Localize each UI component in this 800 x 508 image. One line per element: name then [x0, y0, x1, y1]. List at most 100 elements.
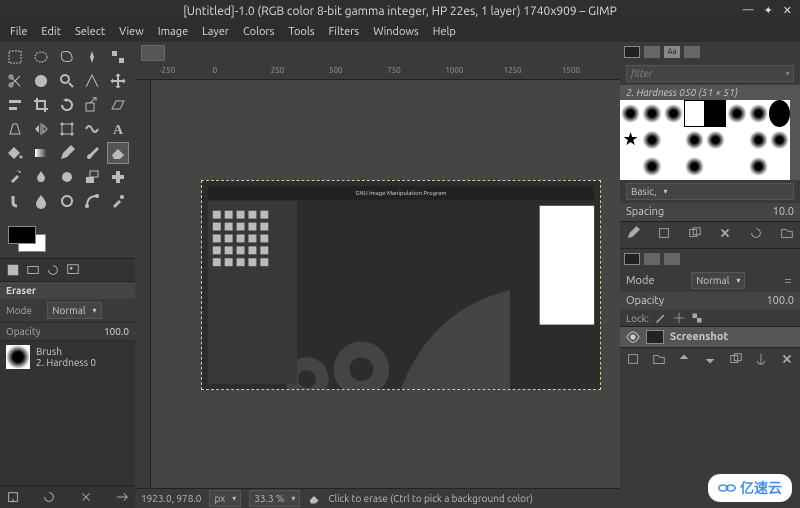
brushes-tab[interactable] — [624, 46, 640, 58]
layer-thumbnail[interactable] — [646, 330, 664, 344]
menu-filters[interactable]: Filters — [323, 24, 366, 40]
menu-tools[interactable]: Tools — [282, 24, 320, 40]
lock-position-icon[interactable] — [673, 312, 685, 324]
refresh-brush-icon[interactable] — [749, 226, 763, 240]
lock-alpha-icon[interactable] — [691, 312, 703, 324]
layers-tab[interactable] — [624, 253, 640, 265]
images-tab-icon[interactable] — [66, 263, 80, 277]
measure-tool[interactable] — [81, 70, 103, 92]
menu-view[interactable]: View — [113, 24, 150, 40]
undo-history-tab-icon[interactable] — [46, 263, 60, 277]
blend-tool[interactable] — [30, 142, 52, 164]
patterns-tab[interactable] — [644, 46, 660, 58]
mode-dropdown[interactable]: Normal — [47, 302, 101, 319]
menu-file[interactable]: File — [4, 24, 33, 40]
anchor-layer-icon[interactable] — [754, 352, 768, 366]
pencil-tool[interactable] — [56, 142, 78, 164]
open-brush-icon[interactable] — [780, 226, 794, 240]
delete-layer-icon[interactable] — [780, 352, 794, 366]
delete-preset-icon[interactable] — [79, 490, 93, 504]
warp-tool[interactable] — [81, 118, 103, 140]
save-preset-icon[interactable] — [6, 490, 20, 504]
lock-pixels-icon[interactable] — [655, 312, 667, 324]
brush-preset-dropdown[interactable]: Basic, — [626, 183, 794, 200]
paintbrush-tool[interactable] — [81, 142, 103, 164]
edit-brush-icon[interactable] — [626, 226, 640, 240]
align-tool[interactable] — [4, 94, 26, 116]
layer-mode-switch-icon[interactable] — [782, 275, 794, 287]
channels-tab[interactable] — [644, 253, 660, 265]
bucket-fill-tool[interactable] — [4, 142, 26, 164]
airbrush-tool[interactable] — [4, 166, 26, 188]
menu-edit[interactable]: Edit — [35, 24, 67, 40]
spacing-value[interactable]: 10.0 — [773, 206, 794, 218]
layer-mode-dropdown[interactable]: Normal — [691, 272, 745, 289]
delete-brush-icon[interactable] — [718, 226, 732, 240]
rect-select-tool[interactable] — [4, 46, 26, 68]
zoom-tool[interactable] — [56, 70, 78, 92]
fuzzy-select-tool[interactable] — [81, 46, 103, 68]
rotate-tool[interactable] — [56, 94, 78, 116]
image-tab[interactable] — [141, 45, 165, 61]
new-group-icon[interactable] — [652, 352, 666, 366]
menu-layer[interactable]: Layer — [196, 24, 235, 40]
duplicate-brush-icon[interactable] — [688, 226, 702, 240]
eraser-tool[interactable] — [107, 142, 129, 164]
heal-tool[interactable] — [107, 166, 129, 188]
reset-preset-icon[interactable] — [115, 490, 129, 504]
brush-filter-input[interactable]: filter — [626, 65, 794, 82]
mode-reset-icon[interactable] — [117, 305, 129, 317]
new-layer-icon[interactable] — [626, 352, 640, 366]
paths-tool[interactable] — [81, 190, 103, 212]
menu-image[interactable]: Image — [152, 24, 194, 40]
scissors-tool[interactable] — [4, 70, 26, 92]
ink-tool[interactable] — [30, 166, 52, 188]
tool-options-tab-icon[interactable] — [6, 263, 20, 277]
lower-layer-icon[interactable] — [703, 352, 717, 366]
canvas[interactable]: GNU Image Manipulation Program — [151, 80, 620, 488]
foreground-select-tool[interactable] — [30, 70, 52, 92]
ellipse-select-tool[interactable] — [30, 46, 52, 68]
layer-opacity-value[interactable]: 100.0 — [766, 295, 794, 307]
mypaint-tool[interactable] — [56, 166, 78, 188]
visibility-toggle-icon[interactable] — [626, 330, 640, 344]
menu-windows[interactable]: Windows — [367, 24, 425, 40]
move-tool[interactable] — [107, 70, 129, 92]
scale-tool[interactable] — [81, 94, 103, 116]
raise-layer-icon[interactable] — [677, 352, 691, 366]
device-status-tab-icon[interactable] — [26, 263, 40, 277]
shear-tool[interactable] — [107, 94, 129, 116]
duplicate-layer-icon[interactable] — [729, 352, 743, 366]
perspective-tool[interactable] — [4, 118, 26, 140]
by-color-select-tool[interactable] — [107, 46, 129, 68]
brush-scrollbar[interactable] — [790, 100, 800, 180]
fg-color-swatch[interactable] — [8, 226, 36, 244]
cage-tool[interactable] — [56, 118, 78, 140]
menu-select[interactable]: Select — [69, 24, 111, 40]
smudge-tool[interactable] — [4, 190, 26, 212]
fonts-tab[interactable]: Aa — [664, 46, 680, 58]
restore-preset-icon[interactable] — [42, 490, 56, 504]
maximize-button[interactable]: ✦ — [764, 4, 773, 17]
layer-name[interactable]: Screenshot — [670, 331, 728, 343]
menu-help[interactable]: Help — [427, 24, 462, 40]
unit-dropdown[interactable]: px — [209, 490, 241, 507]
zoom-dropdown[interactable]: 33.3 % — [249, 490, 300, 507]
brush-grid[interactable]: ★ — [620, 100, 790, 180]
clone-tool[interactable] — [81, 166, 103, 188]
new-brush-icon[interactable] — [657, 226, 671, 240]
crop-tool[interactable] — [30, 94, 52, 116]
blur-tool[interactable] — [30, 190, 52, 212]
history-tab[interactable] — [684, 46, 700, 58]
close-button[interactable]: ✕ — [783, 4, 792, 17]
menu-colors[interactable]: Colors — [237, 24, 280, 40]
minimize-button[interactable]: — — [743, 4, 754, 17]
brush-thumbnail[interactable] — [6, 345, 30, 369]
text-tool[interactable]: A — [107, 118, 129, 140]
paths-tab[interactable] — [664, 253, 680, 265]
layer-row[interactable]: Screenshot — [620, 327, 800, 347]
free-select-tool[interactable] — [56, 46, 78, 68]
flip-tool[interactable] — [30, 118, 52, 140]
opacity-value[interactable]: 100.0 — [104, 326, 129, 337]
dodge-tool[interactable] — [56, 190, 78, 212]
